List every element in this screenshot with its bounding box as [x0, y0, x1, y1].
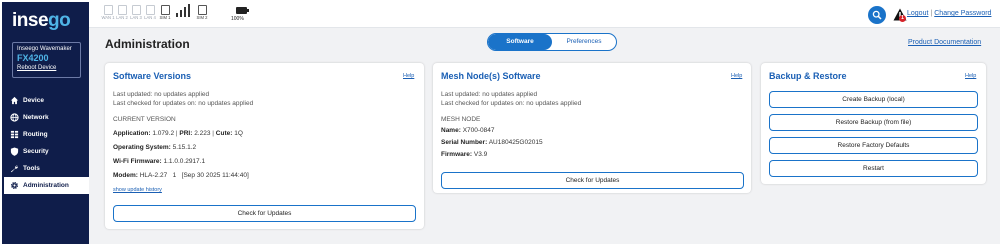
sidebar-item-administration[interactable]: Administration: [4, 177, 89, 194]
wan1-indicator: WAN 1: [101, 4, 115, 21]
software-versions-card: Software Versions Help Last updated: no …: [105, 63, 424, 229]
port-indicators: WAN 1 LAN 2 LAN 3 LAN 4 SIM 1 SIM 2: [101, 4, 211, 26]
admin-tabs: Software Preferences: [487, 33, 617, 51]
operating-system-version: Operating System: 5.15.1.2: [113, 144, 197, 151]
sidebar-item-tools[interactable]: Tools: [4, 160, 89, 177]
link-separator: |: [930, 10, 933, 17]
help-link[interactable]: Help: [403, 73, 414, 79]
main-content: Administration Software Preferences Prod…: [89, 28, 1000, 244]
home-icon: [10, 96, 19, 105]
globe-icon: [10, 113, 19, 122]
sidebar-item-label: Network: [23, 114, 49, 121]
create-backup-button[interactable]: Create Backup (local): [769, 91, 978, 108]
wrench-icon: [10, 164, 19, 173]
battery-level: 100%: [231, 16, 244, 22]
search-icon: [872, 10, 882, 20]
mesh-node-name: Name: X700-0847: [441, 127, 495, 134]
lan4-indicator: LAN 4: [143, 4, 157, 21]
sidebar-item-label: Tools: [23, 165, 40, 172]
device-card: Inseego Wavemaker FX4200 Reboot Device: [12, 42, 81, 78]
show-update-history-link[interactable]: show update history: [113, 187, 162, 193]
mesh-software-card: Mesh Node(s) Software Help Last updated:…: [433, 63, 751, 193]
sidebar-item-device[interactable]: Device: [4, 92, 89, 109]
gear-icon: [10, 181, 19, 190]
sidebar-item-label: Administration: [23, 182, 69, 189]
restore-factory-defaults-button[interactable]: Restore Factory Defaults: [769, 137, 978, 154]
current-version-heading: CURRENT VERSION: [113, 116, 176, 123]
shield-icon: [10, 147, 19, 156]
help-link[interactable]: Help: [965, 73, 976, 79]
sidebar: insego Inseego Wavemaker FX4200 Reboot D…: [2, 2, 89, 244]
top-status-bar: WAN 1 LAN 2 LAN 3 LAN 4 SIM 1 SIM 2 100%…: [89, 2, 1000, 28]
sidebar-item-security[interactable]: Security: [4, 143, 89, 160]
restore-backup-button[interactable]: Restore Backup (from file): [769, 114, 978, 131]
mesh-check-for-updates-button[interactable]: Check for Updates: [441, 172, 744, 189]
wifi-firmware-version: Wi-Fi Firmware: 1.1.0.0.2917.1: [113, 158, 206, 165]
check-for-updates-button[interactable]: Check for Updates: [113, 205, 416, 222]
lan3-indicator: LAN 3: [129, 4, 143, 21]
application-version: Application: 1.079.2 | PRI: 2.223 | Cute…: [113, 130, 243, 137]
search-button[interactable]: [868, 6, 886, 24]
reboot-device-link[interactable]: Reboot Device: [17, 64, 76, 72]
last-updated-text: Last updated: no updates applied: [113, 91, 210, 98]
modem-version: Modem: HLA-2.27 1 [Sep 30 2025 11:44:40]: [113, 172, 249, 179]
sidebar-item-label: Security: [23, 148, 49, 155]
inseego-logo: insego: [12, 10, 71, 31]
help-link[interactable]: Help: [731, 73, 742, 79]
last-updated-text: Last updated: no updates applied: [441, 91, 538, 98]
device-name: Inseego Wavemaker: [17, 46, 72, 52]
device-model: FX4200: [17, 53, 49, 63]
card-title: Software Versions: [113, 71, 192, 81]
card-title: Mesh Node(s) Software: [441, 71, 541, 81]
logout-link[interactable]: Logout: [907, 10, 928, 17]
tab-software[interactable]: Software: [488, 34, 552, 50]
change-password-link[interactable]: Change Password: [934, 10, 991, 17]
sidebar-item-label: Device: [23, 97, 44, 104]
last-checked-text: Last checked for updates on: no updates …: [113, 100, 254, 107]
tab-preferences[interactable]: Preferences: [552, 34, 616, 50]
product-documentation-link[interactable]: Product Documentation: [908, 39, 981, 46]
mesh-firmware: Firmware: V3.9: [441, 151, 488, 158]
page-title: Administration: [105, 37, 190, 51]
signal-bars-icon: [175, 4, 191, 22]
restart-button[interactable]: Restart: [769, 160, 978, 177]
lan2-indicator: LAN 2: [115, 4, 129, 21]
last-checked-text: Last checked for updates on: no updates …: [441, 100, 582, 107]
battery-icon: [236, 7, 249, 14]
header-links: Logout | Change Password: [907, 10, 991, 17]
backup-restore-card: Backup & Restore Help Create Backup (loc…: [761, 63, 986, 184]
card-title: Backup & Restore: [769, 71, 847, 81]
mesh-serial-number: Serial Number: AU180425G02015: [441, 139, 543, 146]
alert-count-badge: 1: [899, 15, 906, 22]
sim1-indicator: SIM 1: [158, 4, 172, 21]
routing-icon: [10, 130, 19, 139]
sidebar-item-network[interactable]: Network: [4, 109, 89, 126]
sidebar-nav: Device Network Routing Security Tools Ad…: [4, 92, 89, 194]
mesh-node-heading: MESH NODE: [441, 116, 481, 123]
sim2-indicator: SIM 2: [195, 4, 209, 21]
sidebar-item-routing[interactable]: Routing: [4, 126, 89, 143]
sidebar-item-label: Routing: [23, 131, 48, 138]
